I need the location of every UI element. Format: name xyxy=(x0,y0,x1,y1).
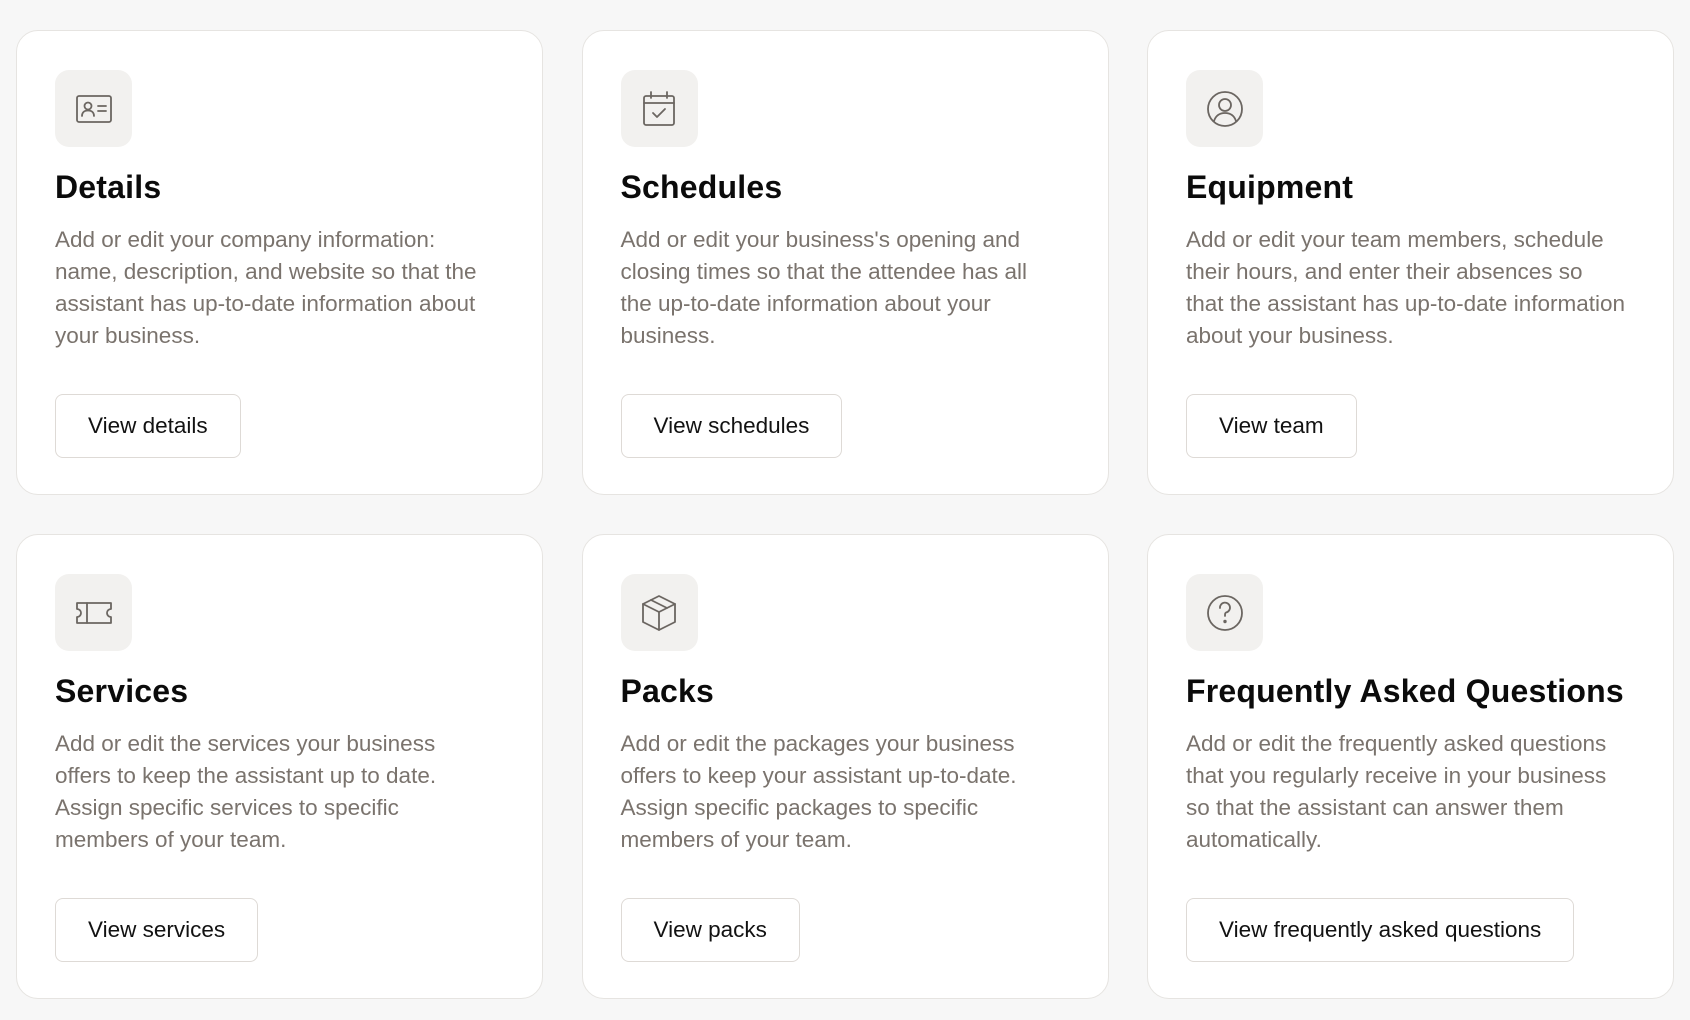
packs-icon-container xyxy=(620,574,698,651)
view-services-button[interactable]: View services xyxy=(55,898,259,962)
view-packs-button[interactable]: View packs xyxy=(620,898,800,962)
packs-description: Add or edit the packages your business o… xyxy=(620,731,1017,852)
equipment-card: Equipment Add or edit your team members,… xyxy=(1147,30,1674,495)
id-card-icon xyxy=(75,94,112,123)
services-card: Services Add or edit the services your b… xyxy=(16,534,543,999)
schedules-description: Add or edit your business's opening and … xyxy=(620,227,1028,348)
faq-icon-container xyxy=(1186,574,1263,651)
schedules-card: Schedules Add or edit your business's op… xyxy=(581,30,1109,495)
ticket-icon xyxy=(75,601,112,624)
equipment-title: Equipment xyxy=(1186,169,1354,205)
user-circle-icon xyxy=(1206,90,1243,127)
details-card: Details Add or edit your company informa… xyxy=(16,30,543,495)
details-title: Details xyxy=(55,169,162,205)
view-schedules-button[interactable]: View schedules xyxy=(620,394,843,458)
question-circle-icon xyxy=(1206,594,1243,631)
faq-title: Frequently Asked Questions xyxy=(1186,673,1624,709)
calendar-check-icon xyxy=(643,90,675,126)
settings-card-grid: Details Add or edit your company informa… xyxy=(16,30,1674,999)
equipment-icon-container xyxy=(1186,70,1263,147)
faq-description: Add or edit the frequently asked questio… xyxy=(1186,731,1607,852)
services-title: Services xyxy=(55,673,189,709)
details-icon-container xyxy=(55,70,132,147)
schedules-icon-container xyxy=(620,70,698,147)
services-icon-container xyxy=(55,574,132,651)
services-description: Add or edit the services your business o… xyxy=(55,731,437,852)
equipment-description: Add or edit your team members, schedule … xyxy=(1186,227,1626,348)
view-faq-button[interactable]: View frequently asked questions xyxy=(1186,898,1575,962)
view-details-button[interactable]: View details xyxy=(55,394,241,458)
details-description: Add or edit your company information: na… xyxy=(55,227,477,348)
box-icon xyxy=(642,594,676,631)
schedules-title: Schedules xyxy=(620,169,783,205)
packs-card: Packs Add or edit the packages your busi… xyxy=(581,534,1109,999)
view-team-button[interactable]: View team xyxy=(1186,394,1357,458)
packs-title: Packs xyxy=(620,673,715,709)
faq-card: Frequently Asked Questions Add or edit t… xyxy=(1147,534,1674,999)
